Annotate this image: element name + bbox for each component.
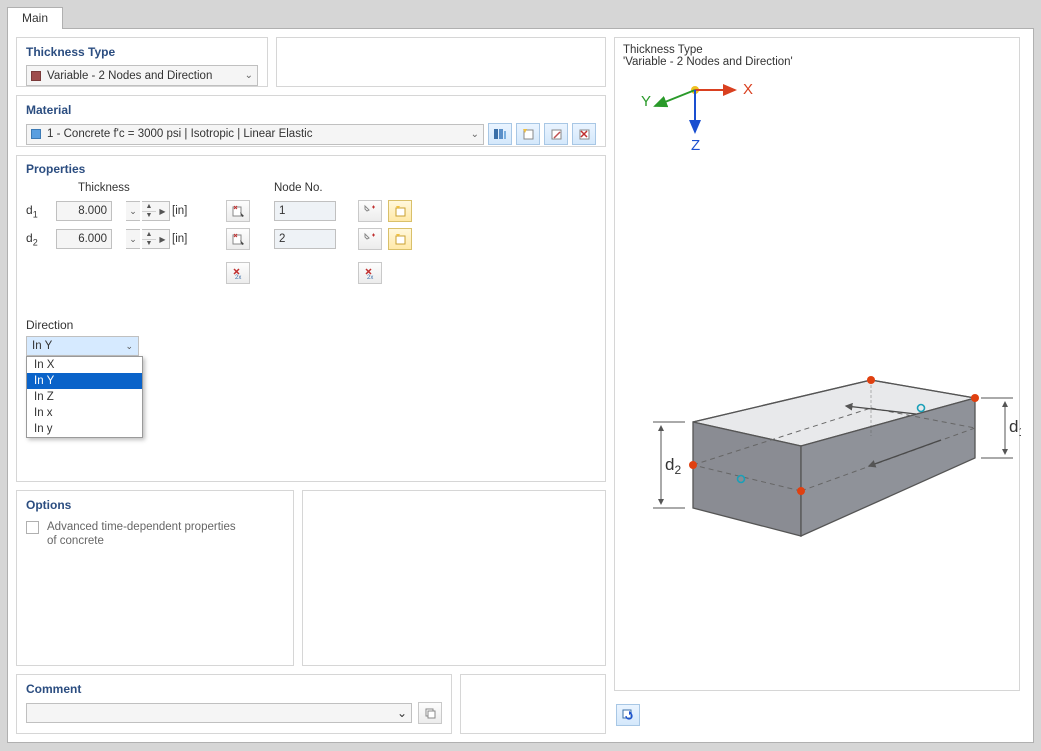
direction-dropdown-list: In X In Y In Z In x In y: [26, 356, 143, 438]
node-clear-button[interactable]: 2x: [358, 262, 382, 284]
advanced-concrete-checkbox[interactable]: [26, 521, 39, 534]
svg-text:d2: d2: [665, 455, 681, 477]
options-spacer-panel: [302, 490, 606, 666]
thickness-clear-button[interactable]: 2x: [226, 262, 250, 284]
properties-panel: Properties Thickness Node No. d1 8.000 ⌄…: [16, 155, 606, 482]
direction-option-in-y[interactable]: In Y: [27, 373, 142, 389]
d2-dropdown-toggle[interactable]: ⌄: [126, 229, 140, 249]
material-swatch-icon: [31, 129, 41, 139]
axis-z-label: Z: [691, 137, 700, 154]
d2-play-button[interactable]: ▶: [156, 229, 170, 249]
node-header: Node No.: [274, 182, 418, 194]
node1-input[interactable]: 1: [274, 201, 336, 221]
material-library-button[interactable]: [488, 123, 512, 145]
d2-unit: [in]: [170, 233, 196, 245]
axis-x-label: X: [743, 81, 753, 98]
d1-label: d1: [26, 203, 56, 219]
node1-new-button[interactable]: [388, 200, 412, 222]
axis-y-label: Y: [641, 93, 651, 110]
d2-pick-button[interactable]: [226, 228, 250, 250]
direction-value: In Y: [32, 340, 125, 352]
comment-panel: Comment ⌄: [16, 674, 452, 734]
d1-stepper[interactable]: ▲▼: [142, 201, 156, 221]
direction-label: Direction: [26, 318, 596, 332]
d1-pick-button[interactable]: [226, 200, 250, 222]
thickness-type-title: Thickness Type: [26, 45, 258, 59]
chevron-down-icon: ⌄: [471, 129, 479, 140]
node2-new-button[interactable]: [388, 228, 412, 250]
material-value: 1 - Concrete f'c = 3000 psi | Isotropic …: [47, 128, 467, 140]
thickness-type-dropdown[interactable]: Variable - 2 Nodes and Direction ⌄: [26, 65, 258, 86]
svg-text:d1: d1: [1009, 417, 1021, 439]
svg-text:2x: 2x: [367, 275, 373, 280]
direction-option-in-z[interactable]: In Z: [27, 389, 142, 405]
chevron-down-icon: ⌄: [397, 706, 407, 720]
properties-title: Properties: [26, 162, 596, 176]
node1-pick-button[interactable]: [358, 200, 382, 222]
preview-refresh-button[interactable]: [616, 704, 640, 726]
material-panel: Material 1 - Concrete f'c = 3000 psi | I…: [16, 95, 606, 147]
axis-icon: X Y Z: [635, 72, 775, 192]
svg-text:2x: 2x: [235, 275, 241, 280]
thickness-type-value: Variable - 2 Nodes and Direction: [47, 70, 241, 82]
direction-dropdown[interactable]: In Y ⌄ In X In Y In Z In x In y: [26, 336, 139, 356]
d2-label: d2: [26, 231, 56, 247]
thickness-type-panel: Thickness Type Variable - 2 Nodes and Di…: [16, 37, 268, 87]
tab-main[interactable]: Main: [7, 7, 63, 29]
d2-stepper[interactable]: ▲▼: [142, 229, 156, 249]
options-title: Options: [26, 498, 284, 512]
preview-title: Thickness Type: [623, 44, 1011, 56]
direction-option-in-x[interactable]: In X: [27, 357, 142, 373]
comment-spacer-panel: [460, 674, 606, 734]
material-title: Material: [26, 103, 596, 117]
direction-option-in-lx[interactable]: In x: [27, 405, 142, 421]
d1-dropdown-toggle[interactable]: ⌄: [126, 201, 140, 221]
preview-subtitle: 'Variable - 2 Nodes and Direction': [623, 56, 1011, 68]
thickness-header: Thickness: [26, 182, 196, 194]
comment-title: Comment: [26, 682, 442, 696]
thickness-type-swatch-icon: [31, 71, 41, 81]
comment-input[interactable]: ⌄: [26, 703, 412, 723]
d1-value-input[interactable]: 8.000: [56, 201, 112, 221]
d1-unit: [in]: [170, 205, 196, 217]
comment-copy-button[interactable]: [418, 702, 442, 724]
material-edit-button[interactable]: [544, 123, 568, 145]
material-dropdown[interactable]: 1 - Concrete f'c = 3000 psi | Isotropic …: [26, 124, 484, 145]
node2-pick-button[interactable]: [358, 228, 382, 250]
material-new-button[interactable]: [516, 123, 540, 145]
thickness-3d-preview: d2 d1: [621, 336, 1021, 576]
empty-panel: [276, 37, 606, 87]
chevron-down-icon: ⌄: [125, 341, 133, 352]
chevron-down-icon: ⌄: [245, 70, 253, 81]
options-panel: Options Advanced time-dependent properti…: [16, 490, 294, 666]
d2-value-input[interactable]: 6.000: [56, 229, 112, 249]
direction-option-in-ly[interactable]: In y: [27, 421, 142, 437]
node2-input[interactable]: 2: [274, 229, 336, 249]
material-delete-button[interactable]: [572, 123, 596, 145]
preview-panel: Thickness Type 'Variable - 2 Nodes and D…: [614, 37, 1020, 691]
d1-play-button[interactable]: ▶: [156, 201, 170, 221]
advanced-concrete-label: Advanced time-dependent properties of co…: [47, 520, 247, 549]
